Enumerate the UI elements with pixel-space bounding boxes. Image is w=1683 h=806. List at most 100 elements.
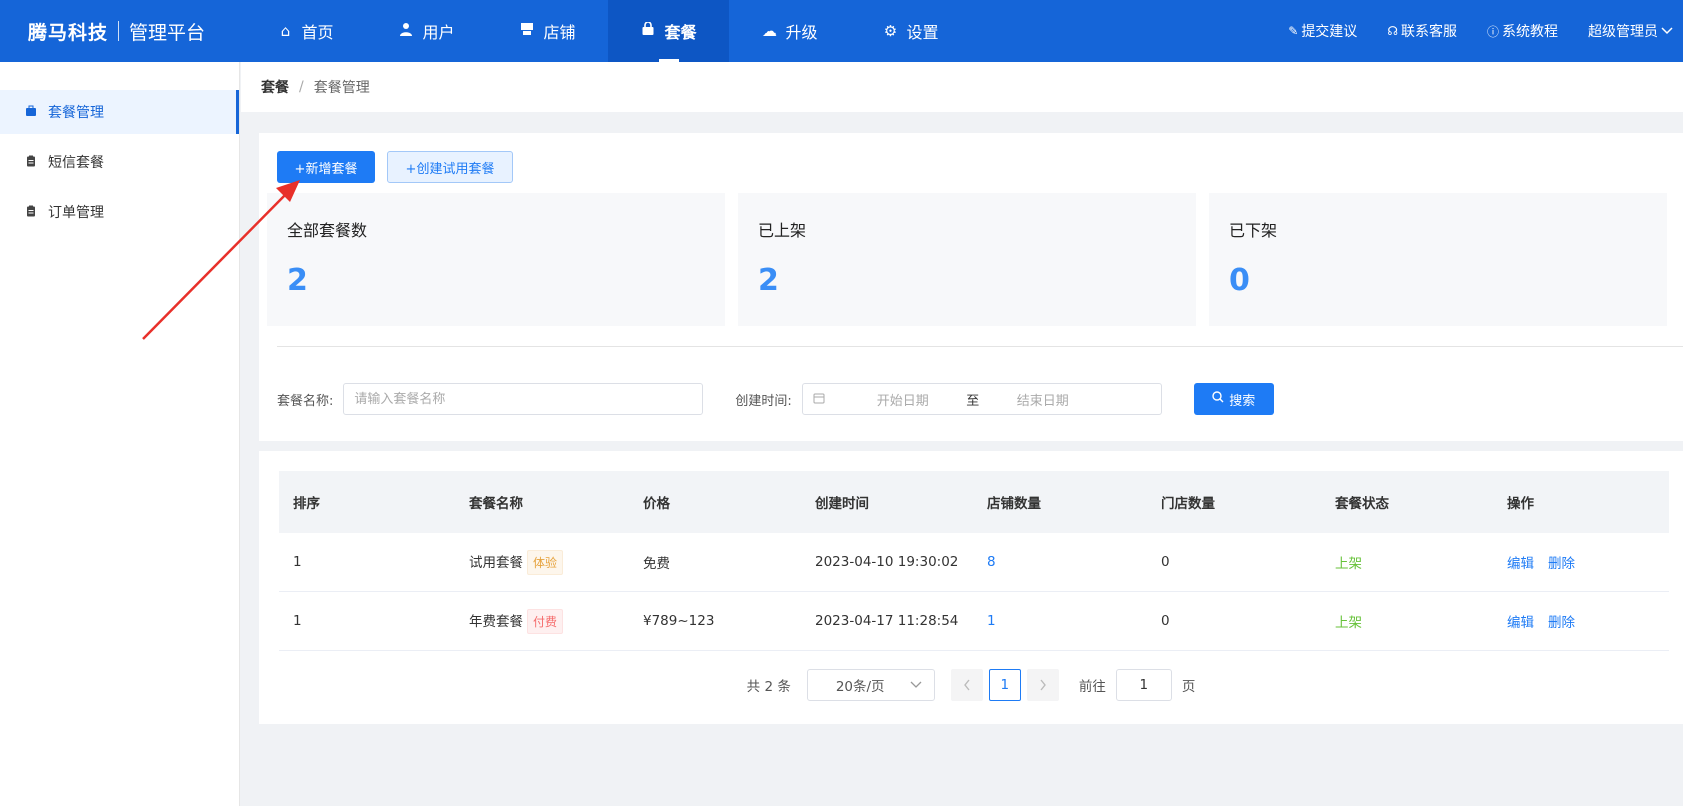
calendar-icon (813, 392, 825, 407)
user-name: 超级管理员 (1588, 24, 1658, 40)
nav-label: 设置 (906, 23, 939, 42)
pagination: 共 2 条 20条/页 1 前往 页 (259, 669, 1683, 701)
stat-card-delisted: 已下架 0 (1209, 193, 1667, 326)
cell-price: 免费 (643, 556, 670, 572)
sidebar: 套餐管理 短信套餐 订单管理 (0, 62, 240, 806)
breadcrumb-root[interactable]: 套餐 (261, 77, 289, 97)
sidebar-item-order-management[interactable]: 订单管理 (0, 190, 239, 234)
shops-count-link[interactable]: 1 (987, 613, 996, 629)
column-header: 创建时间 (815, 496, 869, 512)
page-size-value: 20条/页 (835, 679, 885, 695)
tutorial-link[interactable]: ⓘ 系统教程 (1487, 21, 1558, 41)
stat-card-total: 全部套餐数 2 (267, 193, 725, 326)
support-label: 联系客服 (1400, 24, 1457, 40)
nav-users[interactable]: 用户 (366, 0, 487, 62)
stat-card-listed: 已上架 2 (738, 193, 1196, 326)
stat-value: 2 (287, 263, 308, 298)
cell-created: 2023-04-10 19:30:02 (815, 554, 959, 570)
goto-page-input[interactable] (1115, 669, 1172, 701)
cell-stores: 0 (1161, 613, 1170, 629)
edit-button[interactable]: 编辑 (1507, 615, 1534, 631)
nav-home[interactable]: ⌂ 首页 (245, 0, 366, 62)
goto-label: 前往 (1078, 679, 1106, 695)
page-number-current[interactable]: 1 (988, 669, 1021, 701)
status-badge: 上架 (1335, 556, 1362, 572)
cell-order: 1 (293, 554, 302, 570)
headset-icon: ☊ (1387, 24, 1398, 38)
sidebar-item-label: 套餐管理 (48, 105, 104, 121)
sidebar-item-label: 订单管理 (48, 205, 104, 221)
stat-value: 0 (1229, 263, 1250, 298)
shop-icon (519, 22, 535, 40)
top-right-links: ✎ 提交建议 ☊ 联系客服 ⓘ 系统教程 超级管理员 (1258, 21, 1683, 41)
column-header: 排序 (293, 496, 320, 512)
nav-settings[interactable]: ⚙ 设置 (850, 0, 971, 62)
breadcrumb-separator: / (299, 79, 304, 95)
nav-label: 首页 (301, 23, 334, 42)
filter-bar: 套餐名称: 创建时间: 开始日期 至 结束日期 搜索 (277, 383, 1274, 415)
cell-created: 2023-04-17 11:28:54 (815, 613, 959, 629)
chevron-down-icon (910, 677, 922, 693)
nav-upgrade[interactable]: ☁ 升级 (729, 0, 850, 62)
page-suffix: 页 (1181, 679, 1196, 695)
status-badge: 上架 (1335, 615, 1362, 631)
nav-label: 升级 (785, 23, 818, 42)
edit-button[interactable]: 编辑 (1507, 556, 1534, 572)
clipboard-icon (24, 155, 38, 170)
cell-shops: 1 (973, 613, 1147, 629)
start-date-input[interactable]: 开始日期 (853, 390, 953, 409)
cell-stores: 0 (1161, 554, 1170, 570)
chevron-down-icon (1661, 24, 1673, 38)
add-package-button[interactable]: +新增套餐 (277, 151, 375, 183)
package-name-input[interactable] (343, 383, 704, 415)
nav-packages[interactable]: 套餐 (608, 0, 729, 62)
next-page-button[interactable] (1026, 669, 1059, 701)
date-range-picker[interactable]: 开始日期 至 结束日期 (801, 383, 1162, 415)
cell-actions: 编辑 删除 (1493, 552, 1669, 572)
page-size-select[interactable]: 20条/页 (806, 669, 935, 701)
column-header: 店铺数量 (987, 496, 1041, 512)
tutorial-label: 系统教程 (1502, 24, 1558, 40)
created-time-label: 创建时间: (735, 393, 792, 409)
table-row: 1 试用套餐 体验 免费 2023-04-10 19:30:02 8 0 上架 编… (279, 533, 1669, 592)
cell-name: 年费套餐 付费 (455, 608, 629, 634)
package-name: 试用套餐 (469, 554, 523, 571)
breadcrumb: 套餐 / 套餐管理 (241, 62, 1683, 112)
user-menu[interactable]: 超级管理员 (1588, 21, 1673, 41)
shops-count-link[interactable]: 8 (987, 554, 996, 570)
column-header: 价格 (643, 496, 670, 512)
delete-button[interactable]: 删除 (1548, 556, 1575, 572)
sidebar-item-sms-packages[interactable]: 短信套餐 (0, 140, 239, 184)
trial-tag: 体验 (527, 549, 564, 575)
feedback-label: 提交建议 (1301, 24, 1358, 40)
breadcrumb-current: 套餐管理 (313, 80, 370, 96)
cloud-upload-icon: ☁ (761, 22, 777, 40)
create-trial-package-button[interactable]: +创建试用套餐 (387, 151, 513, 183)
search-button[interactable]: 搜索 (1193, 383, 1274, 415)
total-count: 共 2 条 (746, 679, 791, 695)
nav-shops[interactable]: 店铺 (487, 0, 608, 62)
column-header: 门店数量 (1161, 496, 1215, 512)
divider (277, 346, 1683, 347)
delete-button[interactable]: 删除 (1548, 615, 1575, 631)
column-header: 套餐状态 (1335, 496, 1389, 512)
brand: 腾马科技 管理平台 (0, 18, 245, 45)
support-link[interactable]: ☊ 联系客服 (1387, 21, 1457, 41)
home-icon: ⌂ (280, 22, 291, 40)
goto-page: 前往 页 (1078, 669, 1196, 701)
end-date-input[interactable]: 结束日期 (993, 390, 1093, 409)
package-name-label: 套餐名称: (277, 393, 334, 409)
brand-subtitle: 管理平台 (129, 21, 206, 44)
brand-separator (118, 21, 120, 41)
range-separator: 至 (966, 393, 980, 409)
nav-label: 套餐 (664, 23, 697, 42)
prev-page-button[interactable] (950, 669, 983, 701)
column-header: 操作 (1507, 496, 1534, 512)
paid-tag: 付费 (527, 608, 564, 634)
feedback-link[interactable]: ✎ 提交建议 (1288, 21, 1357, 41)
sidebar-item-package-management[interactable]: 套餐管理 (0, 90, 239, 134)
package-table: 排序 套餐名称 价格 创建时间 店铺数量 门店数量 套餐状态 操作 1 试用套餐… (279, 471, 1669, 651)
column-header: 套餐名称 (469, 496, 523, 512)
briefcase-icon (24, 105, 38, 120)
sidebar-item-label: 短信套餐 (48, 155, 104, 171)
